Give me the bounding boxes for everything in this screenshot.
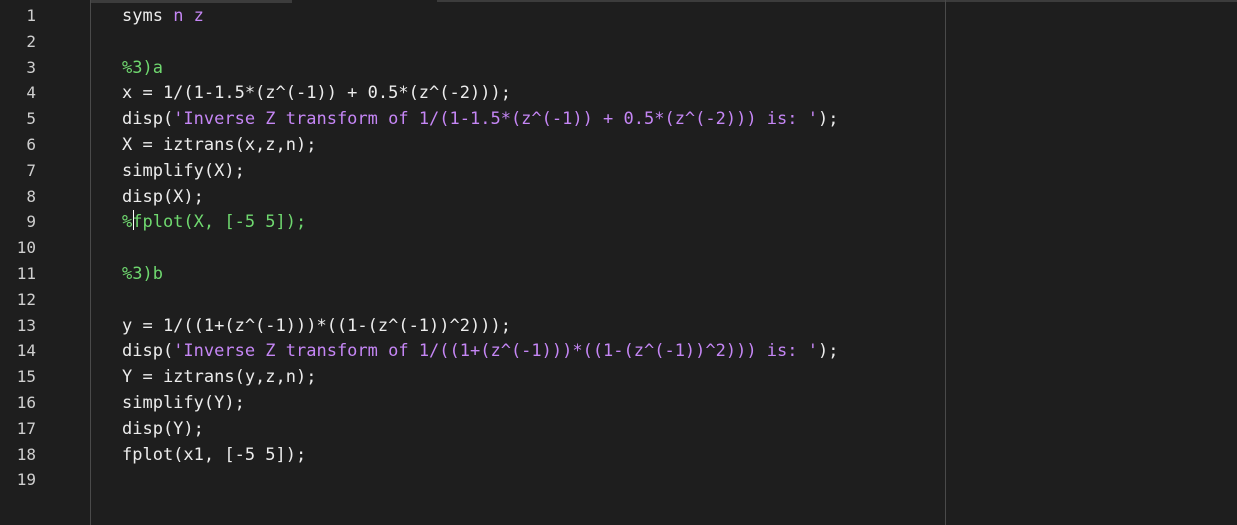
- code-token: disp(X);: [122, 186, 204, 207]
- line-number: 12: [16, 289, 36, 309]
- line-number: 2: [26, 31, 36, 51]
- code-token: Y = iztrans(y,z,n);: [122, 367, 317, 388]
- string-token: n z: [173, 6, 204, 26]
- code-line[interactable]: x = 1/(1-1.5*(z^(-1)) + 0.5*(z^(-2)));: [122, 80, 511, 106]
- line-number: 3: [26, 57, 36, 77]
- line-number: 13: [16, 315, 36, 335]
- code-line[interactable]: simplify(X);: [122, 158, 245, 184]
- code-line[interactable]: disp('Inverse Z transform of 1/((1+(z^(-…: [122, 338, 838, 364]
- code-line[interactable]: syms n z: [122, 3, 204, 29]
- line-number: 18: [16, 444, 36, 464]
- code-token: fplot(x1, [-5 5]);: [122, 444, 307, 465]
- line-number: 6: [26, 135, 36, 154]
- line-number: 19: [16, 470, 36, 490]
- code-line[interactable]: %3)a: [122, 55, 163, 81]
- tab-strip-right: [437, 0, 1237, 2]
- code-line[interactable]: fplot(x1, [-5 5]);: [122, 442, 306, 468]
- line-number: 1: [26, 6, 36, 25]
- code-token: );: [817, 109, 839, 130]
- code-line[interactable]: X = iztrans(x,z,n);: [122, 132, 316, 158]
- line-number: 15: [16, 367, 36, 387]
- code-token: simplify(Y);: [122, 393, 245, 413]
- code-token: x = 1/(1-1.5*(z^(-1)) + 0.5*(z^(-2)));: [122, 83, 511, 104]
- code-line[interactable]: y = 1/((1+(z^(-1)))*((1-(z^(-1))^2)));: [122, 313, 511, 339]
- line-number: 4: [26, 83, 36, 103]
- line-number: 17: [16, 418, 36, 438]
- code-token: disp(: [122, 109, 174, 130]
- comment-token: %fplot(X, [-5 5]);: [122, 212, 307, 233]
- code-token: simplify(X);: [122, 160, 245, 181]
- line-number: 14: [16, 341, 36, 361]
- line-number: 16: [16, 393, 36, 412]
- line-number: 11: [16, 264, 36, 283]
- code-token: y = 1/((1+(z^(-1)))*((1-(z^(-1))^2)));: [122, 315, 511, 336]
- code-line[interactable]: Y = iztrans(y,z,n);: [122, 364, 316, 390]
- line-number: 5: [26, 109, 36, 129]
- comment-token: %3)b: [122, 264, 163, 284]
- code-token: syms: [122, 6, 174, 26]
- string-token: 'Inverse Z transform of 1/((1+(z^(-1)))*…: [173, 341, 818, 362]
- line-number: 8: [26, 186, 36, 206]
- code-token: X = iztrans(x,z,n);: [122, 135, 317, 155]
- code-editor[interactable]: 1 2 3 4 5 6 7 8 9 10 11 12 13 14 15 16 17 18 19 syms n z %3)…: [0, 0, 1237, 525]
- code-line[interactable]: %fplot(X, [-5 5]);: [122, 209, 306, 235]
- right-margin-guide: [945, 0, 946, 525]
- code-token: );: [817, 341, 839, 362]
- code-line[interactable]: disp(X);: [122, 184, 204, 210]
- line-number: 7: [26, 160, 36, 180]
- code-line[interactable]: %3)b: [122, 261, 163, 287]
- string-token: 'Inverse Z transform of 1/(1-1.5*(z^(-1)…: [173, 109, 818, 130]
- code-line[interactable]: disp('Inverse Z transform of 1/(1-1.5*(z…: [122, 106, 838, 132]
- comment-token: %3)a: [122, 57, 163, 78]
- code-token: disp(: [122, 341, 174, 362]
- code-line[interactable]: simplify(Y);: [122, 390, 245, 416]
- line-number: 9: [26, 212, 36, 232]
- line-number: 10: [16, 238, 36, 258]
- code-line[interactable]: disp(Y);: [122, 416, 204, 442]
- code-token: disp(Y);: [122, 418, 204, 439]
